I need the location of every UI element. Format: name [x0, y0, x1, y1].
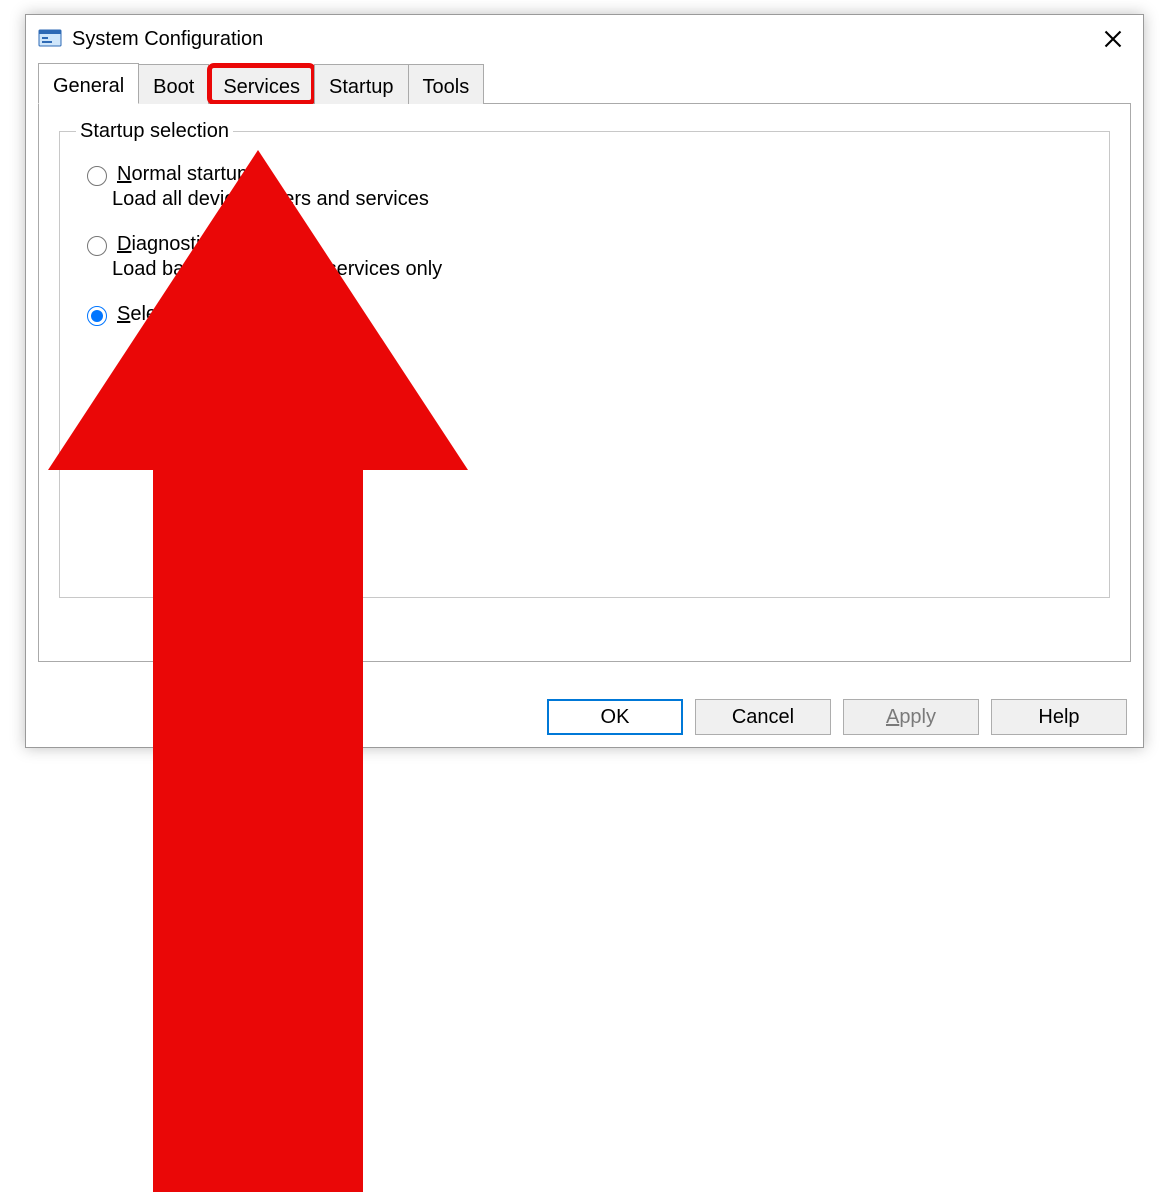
radio-normal-startup[interactable]: Normal startup — [82, 163, 1093, 186]
tab-label: General — [53, 75, 124, 98]
button-label: Cancel — [732, 706, 794, 729]
text-fragment: figuration — [112, 432, 194, 454]
radio-input[interactable] — [87, 236, 107, 256]
boot-configuration-checkbox-partial: figuration — [112, 432, 1093, 455]
radio-label: Diagnostic startup — [117, 233, 277, 256]
button-label: Apply — [886, 706, 936, 729]
tab-startup[interactable]: Startup — [314, 64, 408, 104]
tab-strip: General Boot Services Startup Tools — [38, 63, 1131, 104]
close-icon[interactable] — [1091, 17, 1135, 61]
tab-boot[interactable]: Boot — [138, 64, 209, 104]
help-button[interactable]: Help — [991, 699, 1127, 735]
radio-diagnostic-startup[interactable]: Diagnostic startup — [82, 233, 1093, 256]
ok-button[interactable]: OK — [547, 699, 683, 735]
diagnostic-startup-description: Load basic devices and services only — [112, 258, 1093, 281]
dialog-button-row: OK Cancel Apply Help — [547, 699, 1127, 735]
tab-services[interactable]: Services — [208, 64, 315, 104]
startup-selection-group: Startup selection Normal startup Load al… — [59, 120, 1110, 598]
button-label: Help — [1038, 706, 1079, 729]
button-label: OK — [601, 706, 630, 729]
tab-content-general: Startup selection Normal startup Load al… — [38, 104, 1131, 662]
tab-tools[interactable]: Tools — [408, 64, 485, 104]
titlebar: System Configuration — [26, 15, 1143, 63]
tab-label: Services — [223, 76, 300, 99]
radio-input[interactable] — [87, 306, 107, 326]
tabs-container: General Boot Services Startup Tools Star… — [26, 63, 1143, 662]
msconfig-icon — [38, 27, 62, 51]
apply-button: Apply — [843, 699, 979, 735]
system-configuration-dialog: System Configuration General Boot Servic… — [25, 14, 1144, 748]
radio-selective-startup[interactable]: Selective startup — [82, 303, 1093, 326]
tab-label: Tools — [423, 76, 470, 99]
tab-label: Startup — [329, 76, 393, 99]
tab-general[interactable]: General — [38, 63, 139, 104]
radio-label: Selective startup — [117, 303, 265, 326]
radio-label: Normal startup — [117, 163, 248, 186]
radio-input[interactable] — [87, 166, 107, 186]
tab-label: Boot — [153, 76, 194, 99]
group-legend: Startup selection — [76, 120, 233, 143]
window-title: System Configuration — [72, 28, 1091, 51]
normal-startup-description: Load all device drivers and services — [112, 188, 1093, 211]
cancel-button[interactable]: Cancel — [695, 699, 831, 735]
